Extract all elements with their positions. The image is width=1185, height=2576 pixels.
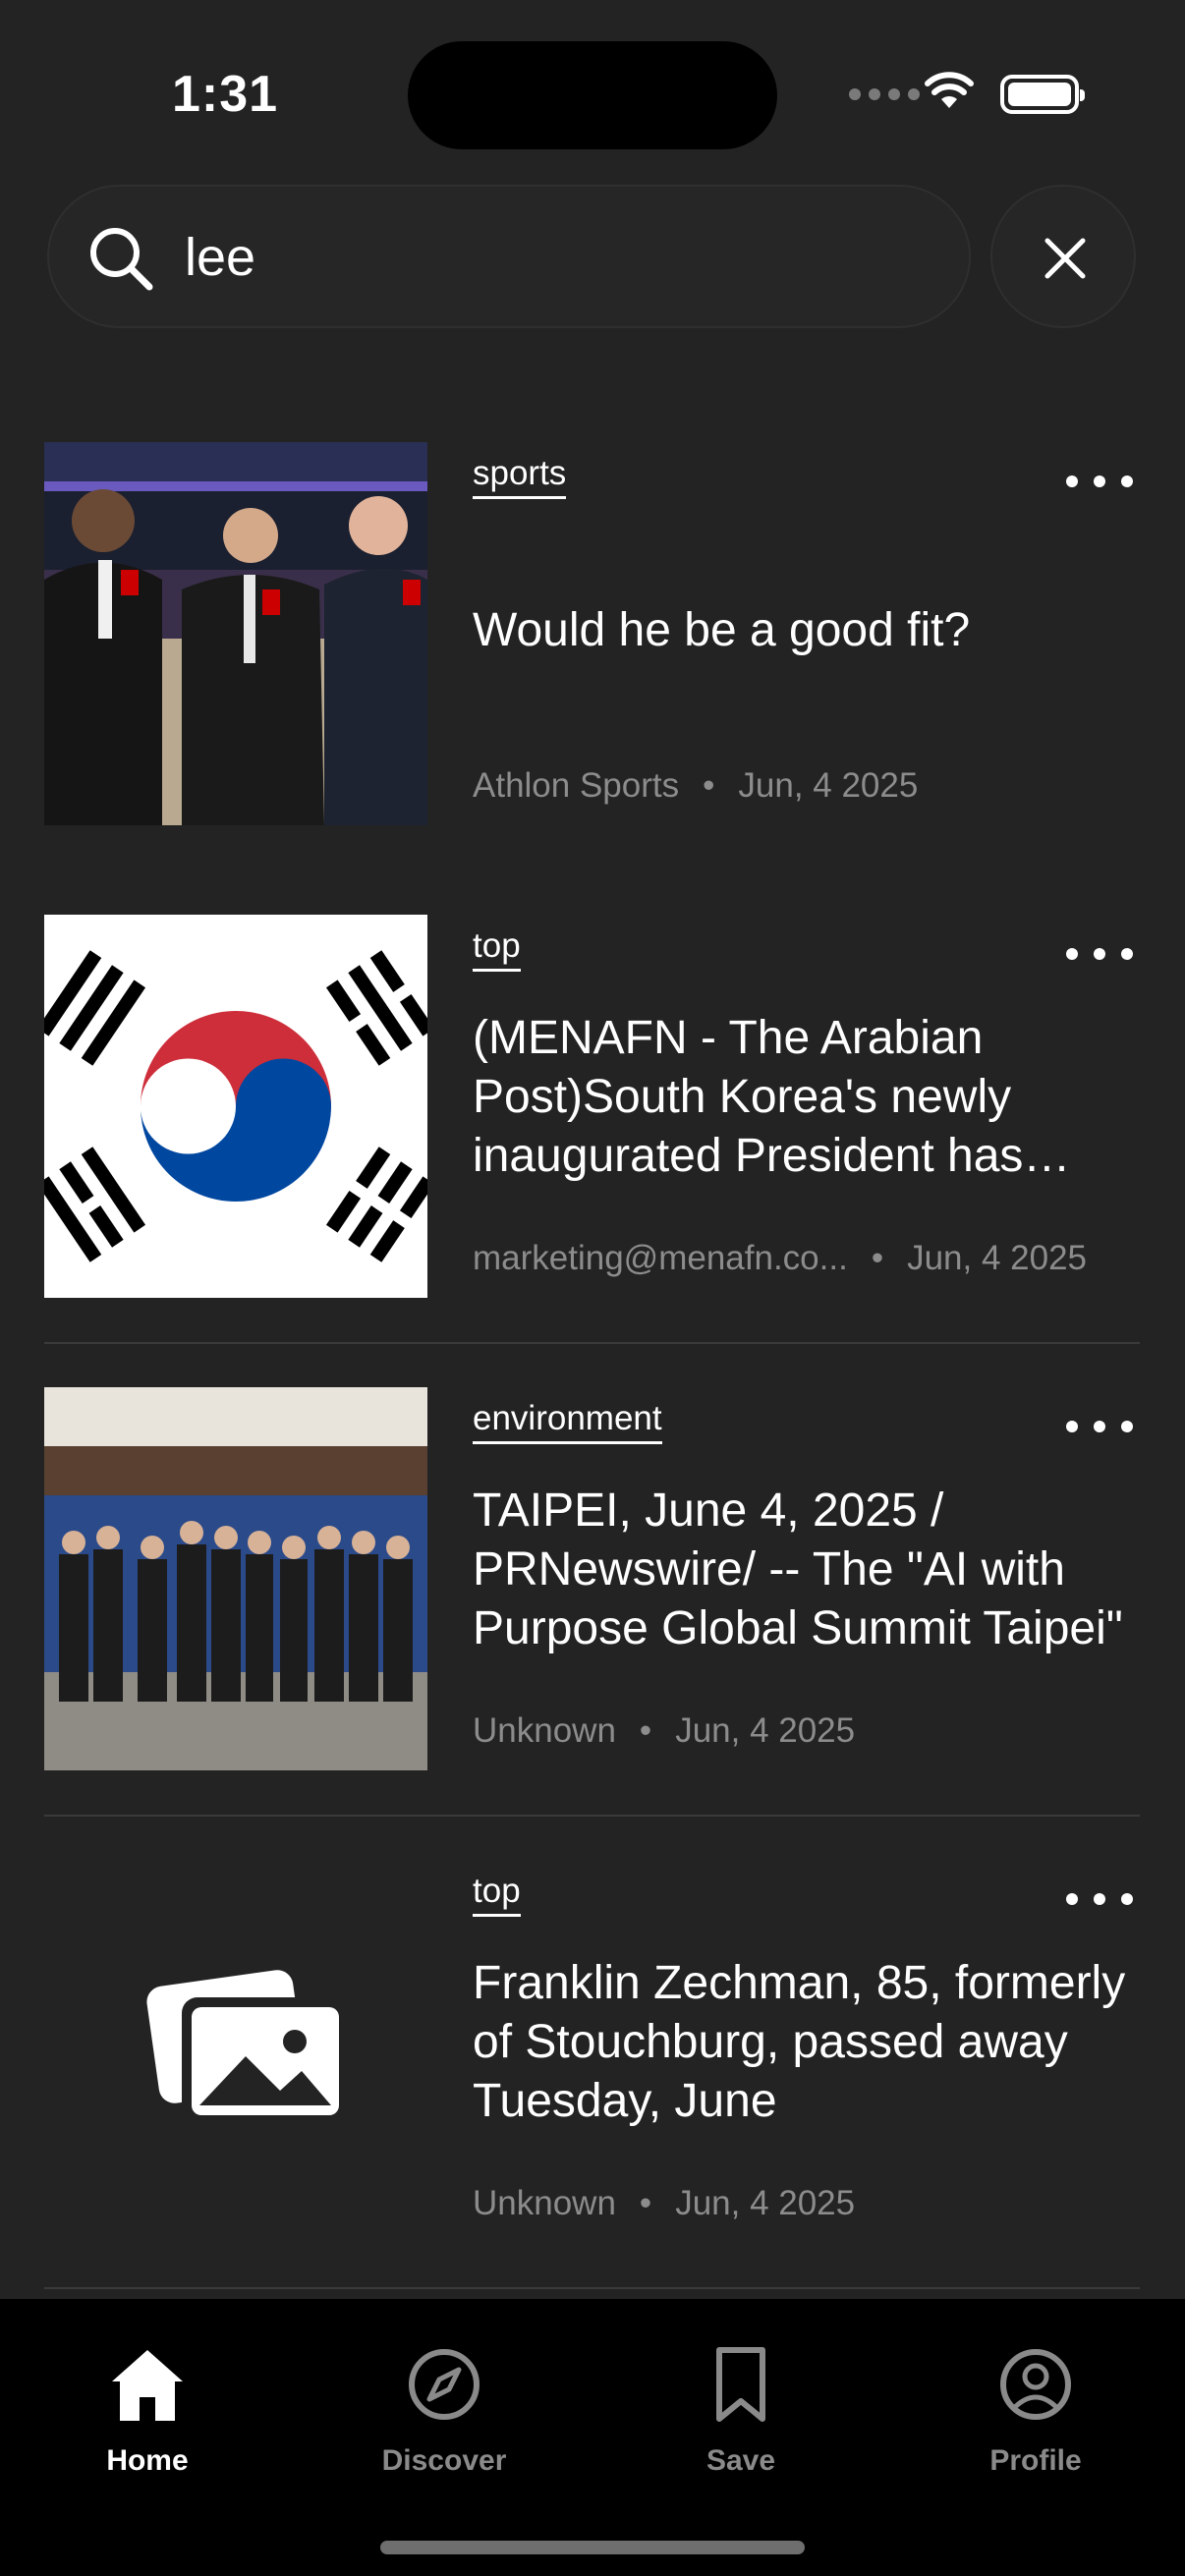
article-title[interactable]: (MENAFN - The Arabian Post)South Korea's…: [473, 1009, 1141, 1186]
meta-separator: •: [871, 1239, 884, 1277]
compass-icon: [409, 2349, 480, 2420]
status-bar: 1:31: [0, 0, 1185, 177]
home-indicator[interactable]: [380, 2541, 805, 2554]
article-thumbnail[interactable]: [44, 1860, 427, 2243]
article-meta: marketing@menafn.co... • Jun, 4 2025: [473, 1239, 1087, 1278]
tab-label: Home: [106, 2444, 189, 2477]
article-meta: Unknown • Jun, 4 2025: [473, 1711, 855, 1751]
profile-icon: [1000, 2349, 1071, 2420]
tab-profile[interactable]: Profile: [937, 2346, 1134, 2478]
article-title[interactable]: Franklin Zechman, 85, formerly of Stouch…: [473, 1954, 1141, 2131]
meta-separator: •: [639, 2184, 652, 2222]
article-thumbnail[interactable]: [44, 915, 427, 1298]
tab-bar: Home Discover Save Profile: [0, 2299, 1185, 2576]
article-category[interactable]: environment: [473, 1401, 662, 1444]
meta-separator: •: [703, 766, 715, 805]
search-icon: [90, 228, 153, 291]
article-category[interactable]: top: [473, 1874, 521, 1917]
article-title[interactable]: Would he be a good fit?: [473, 601, 1141, 660]
broadcasters-photo: [44, 442, 427, 825]
divider: [44, 1815, 1140, 1817]
article-date: Jun, 4 2025: [738, 766, 919, 805]
article-source: Unknown: [473, 1711, 616, 1750]
home-icon: [112, 2350, 183, 2421]
status-time: 1:31: [172, 66, 279, 123]
meta-separator: •: [639, 1711, 652, 1750]
article-thumbnail[interactable]: [44, 1387, 427, 1770]
image-placeholder-icon: [146, 1970, 349, 2125]
article-source: Unknown: [473, 2184, 616, 2222]
search-input[interactable]: [183, 214, 933, 301]
article-meta: Athlon Sports • Jun, 4 2025: [473, 766, 918, 806]
article-source: marketing@menafn.co...: [473, 1239, 848, 1277]
article-date: Jun, 4 2025: [675, 1711, 856, 1750]
divider: [44, 2287, 1140, 2289]
article-date: Jun, 4 2025: [675, 2184, 856, 2222]
more-options-icon[interactable]: [1066, 934, 1135, 974]
close-icon: [1044, 238, 1086, 279]
article-title[interactable]: TAIPEI, June 4, 2025 / PRNewswire/ -- Th…: [473, 1482, 1141, 1658]
article-thumbnail[interactable]: [44, 442, 427, 825]
tab-label: Profile: [989, 2444, 1082, 2477]
cellular-signal-icon: [849, 88, 920, 100]
tab-label: Discover: [381, 2444, 507, 2477]
summit-group-photo: [44, 1387, 427, 1770]
article-date: Jun, 4 2025: [907, 1239, 1088, 1277]
tab-label: Save: [705, 2444, 776, 2477]
tab-discover[interactable]: Discover: [346, 2346, 542, 2478]
bookmark-icon: [716, 2347, 765, 2422]
tab-home[interactable]: Home: [49, 2346, 246, 2478]
article-category[interactable]: top: [473, 928, 521, 972]
more-options-icon[interactable]: [1066, 1407, 1135, 1446]
dynamic-island: [408, 41, 777, 149]
search-bar[interactable]: [47, 185, 971, 328]
more-options-icon[interactable]: [1066, 462, 1135, 501]
divider: [44, 1342, 1140, 1344]
article-source: Athlon Sports: [473, 766, 680, 805]
clear-search-button[interactable]: [990, 185, 1136, 328]
tab-save[interactable]: Save: [643, 2346, 839, 2478]
article-category[interactable]: sports: [473, 456, 567, 499]
south-korea-flag: [44, 915, 427, 1298]
wifi-icon: [925, 72, 974, 108]
battery-icon: [1000, 75, 1085, 114]
article-meta: Unknown • Jun, 4 2025: [473, 2184, 855, 2223]
more-options-icon[interactable]: [1066, 1879, 1135, 1919]
